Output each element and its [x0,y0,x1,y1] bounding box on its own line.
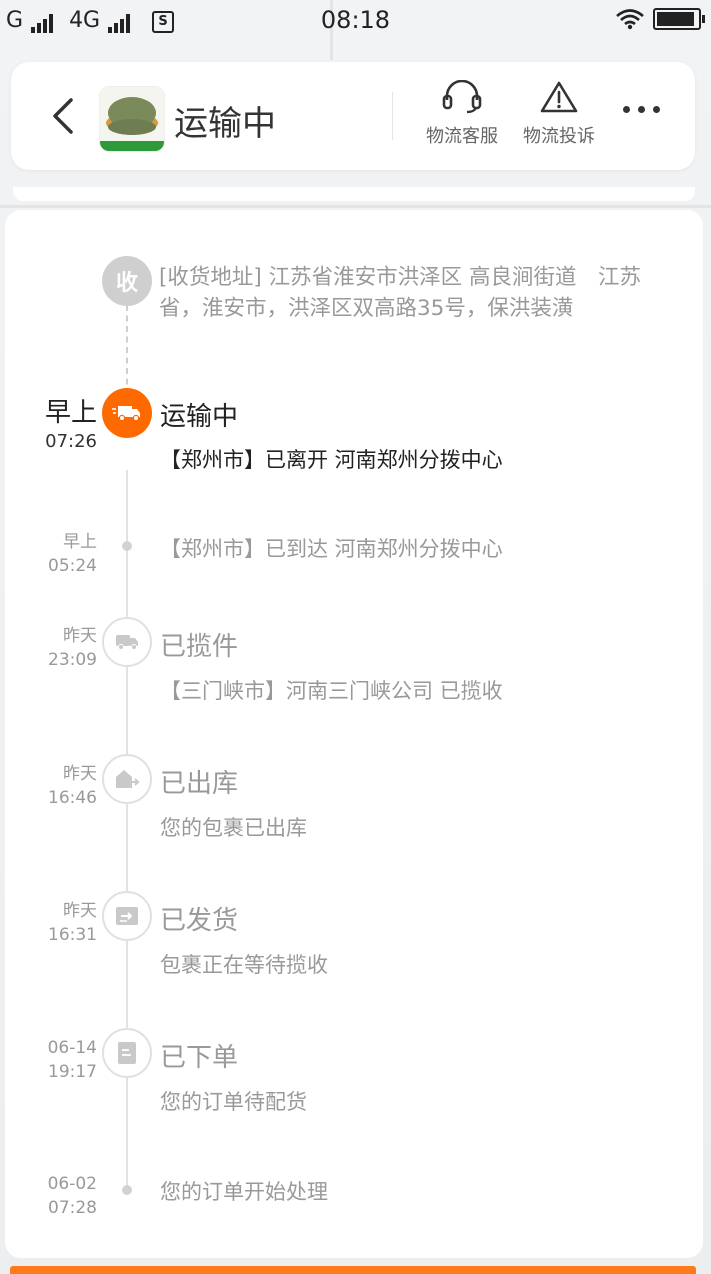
headset-icon [442,80,482,114]
bottom-action-bar[interactable] [10,1266,696,1274]
logistics-complaint-label: 物流投诉 [523,126,595,147]
more-icon[interactable] [623,106,660,113]
event-status: 已揽件 [160,632,239,662]
event-desc: 包裹正在等待揽收 [160,953,328,977]
event-time: 昨天 16:46 [48,764,97,808]
truck-icon [102,388,152,438]
header-divider [392,92,393,140]
back-icon[interactable] [49,96,79,136]
warning-icon [540,81,578,113]
event-status: 已出库 [160,769,239,799]
dashed-connector [126,305,128,395]
address-badge: 收 [102,256,152,306]
logistics-service-label: 物流客服 [426,126,498,147]
event-desc: 【郑州市】已到达 河南郑州分拨中心 [160,537,503,561]
card-edge [13,187,695,201]
product-thumbnail[interactable] [99,86,165,152]
document-icon [102,1028,152,1078]
page-title: 运输中 [174,104,276,144]
logistics-timeline-card: 收 [收货地址] 江苏省淮安市洪泽区 高良涧街道 江苏省，淮安市，洪泽区双高路3… [5,210,703,1258]
event-status: 已下单 [160,1043,239,1073]
timeline-dot [122,1185,132,1195]
battery-icon [653,8,705,30]
event-desc: 您的订单开始处理 [160,1180,328,1204]
truck-icon [102,617,152,667]
event-desc: 【三门峡市】河南三门峡公司 已揽收 [160,679,503,703]
event-time: 早上 05:24 [48,532,97,576]
event-status: 已发货 [160,906,239,936]
timeline-dot [122,541,132,551]
status-bar: G 4G S 08:18 [0,0,711,40]
event-time: 06-14 19:17 [47,1038,97,1082]
ship-box-icon [102,891,152,941]
event-time: 昨天 23:09 [48,626,97,670]
delivery-address[interactable]: [收货地址] 江苏省淮安市洪泽区 高良涧街道 江苏省，淮安市，洪泽区双高路35号… [159,262,679,324]
event-desc: 您的包裹已出库 [160,816,307,840]
clock: 08:18 [320,6,391,34]
wifi-icon [616,9,644,30]
event-time: 昨天 16:31 [48,901,97,945]
header-card: 运输中 物流客服 物流投诉 [11,62,695,170]
event-time: 06-02 07:28 [47,1174,97,1218]
event-desc: 【郑州市】已离开 河南郑州分拨中心 [160,448,503,472]
warehouse-out-icon [102,754,152,804]
logistics-complaint-button[interactable]: 物流投诉 [511,80,607,148]
event-status: 运输中 [160,402,239,432]
logistics-service-button[interactable]: 物流客服 [414,80,510,148]
event-desc: 您的订单待配货 [160,1090,307,1114]
event-time: 早上 07:26 [44,398,97,452]
